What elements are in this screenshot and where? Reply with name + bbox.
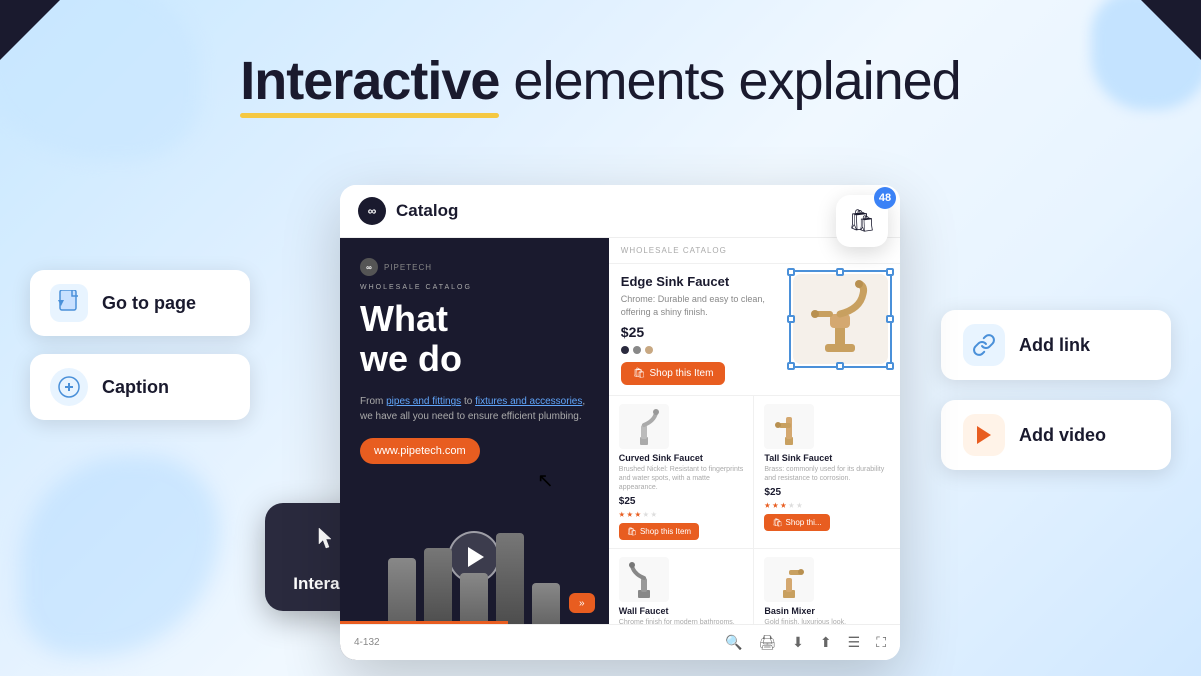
thumb-name-2: Tall Sink Faucet bbox=[764, 453, 890, 463]
catalog-right-panel: WHOLESALE CATALOG Edge Sink Faucet Chrom… bbox=[609, 238, 900, 660]
product-price: $25 bbox=[621, 324, 783, 340]
cart-badge-container: 🛍 48 bbox=[836, 195, 888, 247]
url-button[interactable]: www.pipetech.com bbox=[360, 438, 480, 464]
wholesale-label: WHOLESALE CATALOG bbox=[360, 284, 589, 291]
cart-icon: 🛍 bbox=[848, 208, 876, 234]
resize-handle-bl[interactable] bbox=[787, 362, 795, 370]
next-button[interactable]: » bbox=[569, 593, 595, 613]
featured-product-image bbox=[793, 274, 888, 364]
link-icon bbox=[963, 324, 1005, 366]
thumb-price-1: $25 bbox=[619, 496, 744, 507]
thumb-stars-2 bbox=[764, 502, 890, 508]
resize-handle-tr[interactable] bbox=[886, 268, 894, 276]
color-swatches bbox=[621, 346, 783, 354]
resize-handle-tm[interactable] bbox=[836, 268, 844, 276]
product-description: Chrome: Durable and easy to clean, offer… bbox=[621, 293, 783, 318]
swatch-gray[interactable] bbox=[633, 346, 641, 354]
thumb-img-2 bbox=[764, 404, 814, 449]
right-sidebar: Add link Add video bbox=[941, 310, 1171, 470]
page-icon bbox=[50, 284, 88, 322]
star-4 bbox=[643, 511, 649, 517]
thumb-desc-1: Brushed Nickel: Resistant to fingerprint… bbox=[619, 465, 744, 492]
add-video-label: Add video bbox=[1019, 425, 1106, 446]
product-grid: Curved Sink Faucet Brushed Nickel: Resis… bbox=[609, 396, 900, 660]
product-info: Edge Sink Faucet Chrome: Durable and eas… bbox=[621, 274, 783, 385]
product-thumb-2: Tall Sink Faucet Brass: commonly used fo… bbox=[754, 396, 900, 549]
share-toolbar-icon[interactable]: ⬆ bbox=[820, 634, 832, 651]
search-toolbar-icon[interactable]: 🔍 bbox=[725, 634, 742, 651]
logo-mark: ∞ bbox=[358, 197, 386, 225]
star-1 bbox=[764, 502, 770, 508]
thumb-desc-2: Brass: commonly used for its durability … bbox=[764, 465, 890, 483]
thumb-name-1: Curved Sink Faucet bbox=[619, 453, 744, 463]
fullscreen-toolbar-icon[interactable]: ⛶ bbox=[876, 634, 886, 651]
catalog-header: ∞ Catalog bbox=[340, 185, 900, 238]
cart-count: 48 bbox=[874, 187, 896, 209]
swatch-dark[interactable] bbox=[621, 346, 629, 354]
thumb-img-4 bbox=[764, 557, 814, 602]
cart-button[interactable]: 🛍 48 bbox=[836, 195, 888, 247]
star-5 bbox=[651, 511, 657, 517]
star-2 bbox=[772, 502, 778, 508]
product-thumb-1: Curved Sink Faucet Brushed Nickel: Resis… bbox=[609, 396, 755, 549]
shop-button[interactable]: 🛍 Shop this Item bbox=[621, 362, 726, 385]
featured-product: Edge Sink Faucet Chrome: Durable and eas… bbox=[609, 264, 900, 396]
toolbar-icons: 🔍 🖨 ⬇ ⬆ ☰ ⛶ bbox=[725, 634, 886, 651]
cart-small-icon: 🛍 bbox=[633, 368, 646, 379]
thumb-name-3: Wall Faucet bbox=[619, 606, 744, 616]
selection-box bbox=[789, 270, 892, 368]
caption-button[interactable]: Caption bbox=[30, 354, 250, 420]
title-bold-word: Interactive bbox=[240, 50, 499, 112]
thumb-img-3 bbox=[619, 557, 669, 602]
star-4 bbox=[788, 502, 794, 508]
play-icon bbox=[963, 414, 1005, 456]
star-3 bbox=[635, 511, 641, 517]
interact-icon bbox=[305, 520, 343, 566]
caption-label: Caption bbox=[102, 377, 169, 398]
featured-product-image-container[interactable] bbox=[793, 274, 888, 385]
star-5 bbox=[796, 502, 802, 508]
left-panel-logo: PIPETECH bbox=[384, 263, 432, 272]
left-panel-headline: What we do bbox=[360, 299, 589, 378]
print-toolbar-icon[interactable]: 🖨 bbox=[758, 634, 776, 651]
thumb-img-1 bbox=[619, 404, 669, 449]
product-name: Edge Sink Faucet bbox=[621, 274, 783, 289]
resize-handle-lm[interactable] bbox=[787, 315, 795, 323]
resize-handle-rm[interactable] bbox=[886, 315, 894, 323]
thumb-shop-btn-2[interactable]: 🛍Shop thi... bbox=[764, 514, 829, 531]
add-video-button[interactable]: Add video bbox=[941, 400, 1171, 470]
add-link-button[interactable]: Add link bbox=[941, 310, 1171, 380]
resize-handle-bm[interactable] bbox=[836, 362, 844, 370]
thumb-name-4: Basin Mixer bbox=[764, 606, 890, 616]
catalog-title: Catalog bbox=[396, 201, 458, 221]
star-2 bbox=[627, 511, 633, 517]
thumb-shop-btn-1[interactable]: 🛍Shop this Item bbox=[619, 523, 699, 540]
thumb-price-2: $25 bbox=[764, 487, 890, 498]
title-rest: elements explained bbox=[499, 51, 960, 111]
list-toolbar-icon[interactable]: ☰ bbox=[848, 634, 861, 651]
cursor-icon: ↖ bbox=[537, 468, 554, 493]
download-toolbar-icon[interactable]: ⬇ bbox=[792, 634, 804, 651]
left-panel-desc: From pipes and fittings to fixtures and … bbox=[360, 394, 589, 424]
catalog-logo: ∞ bbox=[358, 197, 386, 225]
caption-icon bbox=[50, 368, 88, 406]
left-sidebar: Go to page Caption bbox=[30, 270, 250, 420]
hero-title: Interactive elements explained bbox=[0, 50, 1201, 112]
resize-handle-br[interactable] bbox=[886, 362, 894, 370]
bg-blob-bl bbox=[20, 456, 220, 656]
star-1 bbox=[619, 511, 625, 517]
swatch-gold[interactable] bbox=[645, 346, 653, 354]
catalog-left-panel: ∞ PIPETECH WHOLESALE CATALOG What we do … bbox=[340, 238, 609, 660]
add-link-label: Add link bbox=[1019, 335, 1090, 356]
go-to-page-button[interactable]: Go to page bbox=[30, 270, 250, 336]
catalog-body: ∞ PIPETECH WHOLESALE CATALOG What we do … bbox=[340, 238, 900, 660]
resize-handle-tl[interactable] bbox=[787, 268, 795, 276]
page-indicator: 4-132 bbox=[354, 637, 380, 648]
go-to-page-label: Go to page bbox=[102, 293, 196, 314]
catalog-toolbar: 4-132 🔍 🖨 ⬇ ⬆ ☰ ⛶ bbox=[340, 624, 900, 660]
catalog-preview: ∞ Catalog ∞ PIPETECH WHOLESALE CATALOG W… bbox=[340, 185, 900, 660]
thumb-stars-1 bbox=[619, 511, 744, 517]
star-3 bbox=[780, 502, 786, 508]
